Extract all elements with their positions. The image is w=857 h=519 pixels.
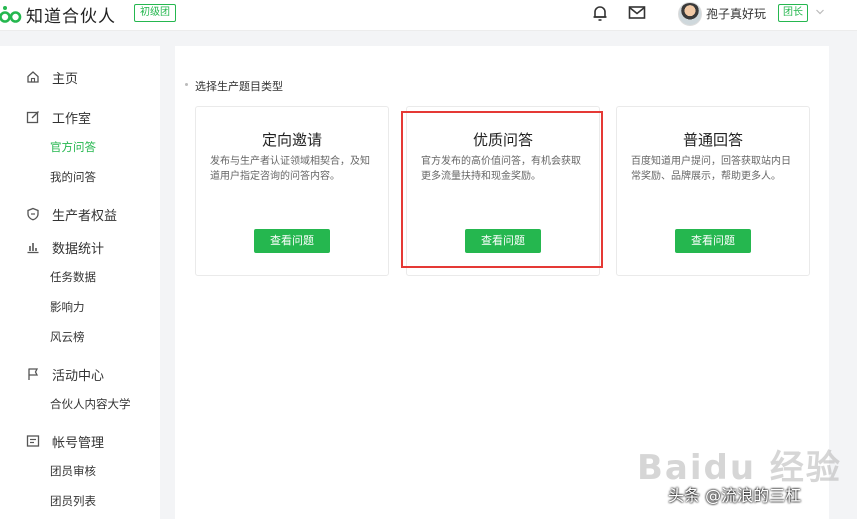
sidebar-item-label: 工作室 [52, 111, 92, 127]
sidebar-item-content-university[interactable]: 合伙人内容大学 [50, 396, 131, 412]
sidebar-item-label: 生产者权益 [52, 208, 118, 224]
sidebar-item-influence[interactable]: 影响力 [50, 299, 85, 315]
sidebar-item-producer-rights[interactable]: 生产者权益 [0, 204, 117, 224]
card-title: 定向邀请 [261, 131, 322, 149]
card-normal-answer[interactable]: 普通回答 百度知道用户提问，回答获取站内日常奖励、品牌展示，帮助更多人。 查看问… [616, 106, 810, 276]
card-quality-qa[interactable]: 优质问答 官方发布的高价值问答，有机会获取更多流量扶持和现金奖励。 查看问题 [406, 106, 600, 276]
logo-title: 知道合伙人 [26, 6, 116, 27]
sidebar-item-label: 数据统计 [52, 241, 105, 257]
sidebar-item-label: 帐号管理 [52, 435, 105, 451]
sidebar-item-label: 活动中心 [52, 368, 105, 384]
flag-icon [28, 368, 39, 380]
chevron-down-icon[interactable] [815, 7, 825, 17]
card-title: 优质问答 [472, 131, 533, 149]
level-badge: 初级团 [134, 4, 176, 22]
bar-chart-icon [27, 243, 39, 254]
sidebar-item-member-review[interactable]: 团员审核 [50, 463, 96, 479]
card-directed-invite[interactable]: 定向邀请 发布与生产者认证领域相契合，及知道用户指定咨询的问答内容。 查看问题 [195, 106, 389, 276]
account-card-icon [26, 435, 40, 447]
home-icon [27, 71, 39, 83]
role-badge: 团长 [778, 4, 808, 22]
sidebar-item-task-data[interactable]: 任务数据 [50, 269, 96, 285]
sidebar-item-account[interactable]: 帐号管理 [0, 431, 104, 451]
view-questions-button[interactable]: 查看问题 [675, 229, 751, 253]
card-description: 官方发布的高价值问答，有机会获取更多流量扶持和现金奖励。 [421, 156, 581, 182]
sidebar-item-events[interactable]: 活动中心 [0, 364, 104, 384]
view-questions-button[interactable]: 查看问题 [465, 229, 541, 253]
sidebar-item-home[interactable]: 主页 [0, 67, 78, 87]
logo[interactable]: 知道合伙人 [0, 2, 116, 27]
section-title: 选择生产题目类型 [185, 80, 283, 93]
sidebar-item-leaderboard[interactable]: 风云榜 [50, 329, 85, 345]
toutiao-watermark: 头条 @流浪的三杠 [668, 486, 802, 505]
sidebar-item-stats[interactable]: 数据统计 [0, 237, 104, 257]
user-name[interactable]: 孢子真好玩 [706, 5, 766, 22]
top-header: 知道合伙人 初级团 孢子真好玩 团长 [0, 0, 857, 31]
shield-icon [27, 207, 39, 221]
mail-icon[interactable] [628, 5, 646, 21]
card-title: 普通回答 [682, 131, 743, 149]
card-description: 百度知道用户提问，回答获取站内日常奖励、品牌展示，帮助更多人。 [631, 156, 791, 182]
sidebar-item-studio[interactable]: 工作室 [0, 107, 91, 127]
bell-icon[interactable] [591, 4, 609, 22]
sidebar-item-label: 主页 [52, 71, 79, 87]
logo-icon [0, 6, 22, 23]
sidebar-item-member-list[interactable]: 团员列表 [50, 493, 96, 509]
edit-icon [26, 111, 39, 124]
sidebar-item-my-qa[interactable]: 我的问答 [50, 169, 96, 185]
sidebar-item-official-qa[interactable]: 官方问答 [50, 139, 96, 155]
avatar[interactable] [678, 2, 702, 26]
card-description: 发布与生产者认证领域相契合，及知道用户指定咨询的问答内容。 [210, 156, 370, 182]
sidebar: 主页 工作室 官方问答 我的问答 生产者权益 数据统计 任务数据 影响力 风云榜 [0, 46, 160, 519]
view-questions-button[interactable]: 查看问题 [254, 229, 330, 253]
